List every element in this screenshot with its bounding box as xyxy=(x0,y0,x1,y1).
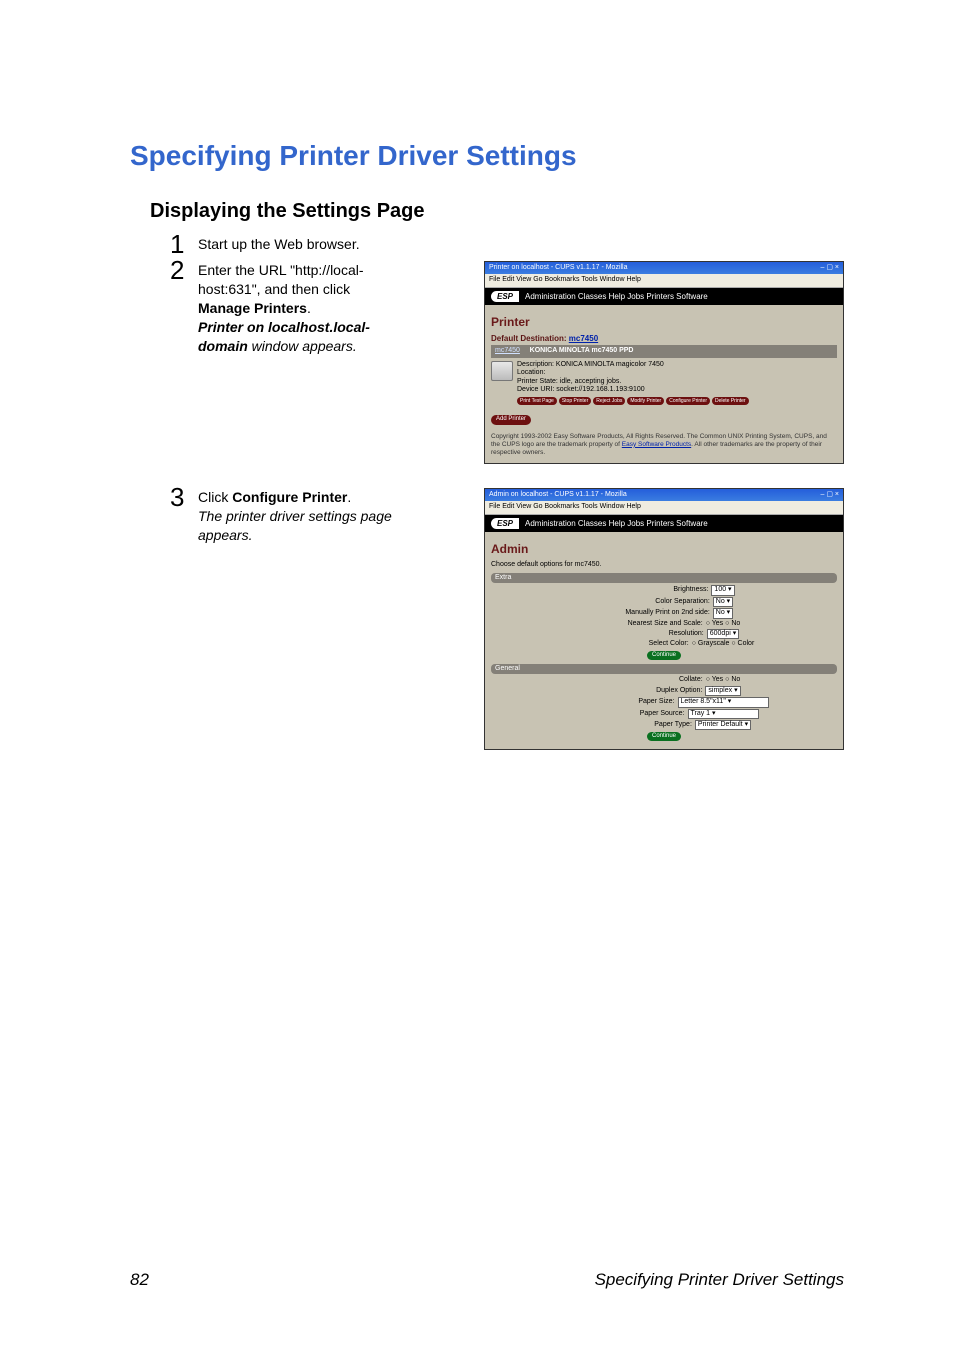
window-body: Admin Choose default options for mc7450.… xyxy=(485,532,843,749)
cups-navbar: ESP Administration Classes Help Jobs Pri… xyxy=(485,288,843,306)
printer-link[interactable]: mc7450 xyxy=(569,334,598,343)
page-number: 82 xyxy=(130,1270,149,1290)
label: Default Destination: xyxy=(491,334,569,343)
nav-links[interactable]: Administration Classes Help Jobs Printer… xyxy=(525,519,708,529)
window-name: Printer on localhost.local- xyxy=(198,319,370,335)
label-manage-printers: Manage Printers xyxy=(198,300,307,316)
heading-printer: Printer xyxy=(491,315,837,329)
continue-button[interactable]: Continue xyxy=(647,651,681,660)
reject-jobs-button[interactable]: Reject Jobs xyxy=(593,397,625,405)
label: Paper Source: xyxy=(570,710,685,718)
paper-size-select[interactable]: Letter 8.5"x11" ▾ xyxy=(678,697,769,707)
printer-description: Description: KONICA MINOLTA magicolor 74… xyxy=(517,361,749,369)
window-body: Printer Default Destination: mc7450 mc74… xyxy=(485,305,843,463)
label-configure-printer: Configure Printer xyxy=(232,489,347,505)
footer-text: Specifying Printer Driver Settings xyxy=(595,1270,844,1290)
duplex-select[interactable]: simplex ▾ xyxy=(705,686,740,696)
page-footer: 82 Specifying Printer Driver Settings xyxy=(130,1270,844,1290)
window-menubar[interactable]: File Edit View Go Bookmarks Tools Window… xyxy=(485,274,843,287)
add-printer-button[interactable]: Add Printer xyxy=(491,415,531,424)
paper-type-select[interactable]: Printer Default ▾ xyxy=(695,720,751,730)
window-name: domain xyxy=(198,338,248,354)
printer-state: Printer State: idle, accepting jobs. xyxy=(517,378,749,386)
result-text: The printer driver settings page appears… xyxy=(198,508,392,543)
label: Paper Size: xyxy=(560,698,675,706)
window-titlebar: Printer on localhost - CUPS v1.1.17 - Mo… xyxy=(485,262,843,274)
paper-source-select[interactable]: Tray 1 ▾ xyxy=(688,709,759,719)
label: Collate: xyxy=(588,676,703,684)
select-color-radios[interactable]: ○ Grayscale ○ Color xyxy=(692,640,755,648)
label: Paper Type: xyxy=(577,721,692,729)
nearest-size-radios[interactable]: ○ Yes ○ No xyxy=(706,620,741,628)
text: . xyxy=(307,300,311,316)
text: Click xyxy=(198,489,232,505)
configure-printer-button[interactable]: Configure Printer xyxy=(666,397,710,405)
print-test-page-button[interactable]: Print Test Page xyxy=(517,397,557,405)
screenshot-printer-window: Printer on localhost - CUPS v1.1.17 - Mo… xyxy=(484,261,844,464)
step-1: 1 Start up the Web browser. xyxy=(170,235,844,257)
delete-printer-button[interactable]: Delete Printer xyxy=(712,397,749,405)
label: Brightness: xyxy=(593,586,708,594)
section-extra: Extra xyxy=(491,573,837,583)
step-2: 2 Enter the URL "http://local- host:631"… xyxy=(170,261,460,355)
subtext: Choose default options for mc7450. xyxy=(491,561,837,569)
window-controls[interactable]: – ▢ × xyxy=(821,264,839,272)
window-controls[interactable]: – ▢ × xyxy=(821,491,839,499)
screenshot-admin-window: Admin on localhost - CUPS v1.1.17 - Mozi… xyxy=(484,488,844,751)
stop-printer-button[interactable]: Stop Printer xyxy=(559,397,591,405)
step-text: Start up the Web browser. xyxy=(198,235,360,254)
step-3: 3 Click Configure Printer. The printer d… xyxy=(170,488,460,545)
heading-admin: Admin xyxy=(491,542,837,556)
step-text: Click Configure Printer. The printer dri… xyxy=(198,488,428,545)
step-2-row: 2 Enter the URL "http://local- host:631"… xyxy=(130,261,844,464)
printer-location: Location: xyxy=(517,369,749,377)
esp-logo: ESP xyxy=(491,291,519,303)
text: host:631", and then click xyxy=(198,281,350,297)
label: Resolution: xyxy=(589,630,704,638)
window-menubar[interactable]: File Edit View Go Bookmarks Tools Window… xyxy=(485,501,843,514)
text: window appears. xyxy=(248,338,357,354)
color-separation-select[interactable]: No ▾ xyxy=(713,597,733,607)
document-page: Specifying Printer Driver Settings Displ… xyxy=(0,0,954,1350)
window-titlebar: Admin on localhost - CUPS v1.1.17 - Mozi… xyxy=(485,489,843,501)
printer-header-bar: mc7450 KONICA MINOLTA mc7450 PPD xyxy=(491,345,837,357)
nav-links[interactable]: Administration Classes Help Jobs Printer… xyxy=(525,292,708,302)
printer-device-uri: Device URI: socket://192.168.1.193:9100 xyxy=(517,386,749,394)
esp-logo: ESP xyxy=(491,518,519,530)
text: Enter the URL "http://local- xyxy=(198,262,364,278)
label: Manually Print on 2nd side: xyxy=(595,609,710,617)
continue-button[interactable]: Continue xyxy=(647,732,681,741)
esp-link[interactable]: Easy Software Products xyxy=(622,441,691,448)
step-number: 2 xyxy=(170,257,198,283)
text: . xyxy=(347,489,351,505)
modify-printer-button[interactable]: Modify Printer xyxy=(627,397,664,405)
printer-name-link[interactable]: mc7450 xyxy=(495,347,520,354)
printer-details: Description: KONICA MINOLTA magicolor 74… xyxy=(491,361,837,406)
default-destination: Default Destination: mc7450 xyxy=(491,334,837,344)
section-general: General xyxy=(491,664,837,674)
step-text: Enter the URL "http://local- host:631", … xyxy=(198,261,370,355)
window-title: Admin on localhost - CUPS v1.1.17 - Mozi… xyxy=(489,491,627,499)
step-list: 1 Start up the Web browser. xyxy=(170,235,844,257)
manual-2nd-side-select[interactable]: No ▾ xyxy=(713,608,733,618)
step-number: 3 xyxy=(170,484,198,510)
step-number: 1 xyxy=(170,231,198,257)
printer-ppd-name: KONICA MINOLTA mc7450 PPD xyxy=(530,347,634,354)
copyright-text: Copyright 1993-2002 Easy Software Produc… xyxy=(491,433,837,457)
step-3-row: 3 Click Configure Printer. The printer d… xyxy=(130,488,844,751)
collate-radios[interactable]: ○ Yes ○ No xyxy=(706,676,741,684)
label: Color Separation: xyxy=(595,598,710,606)
section-heading: Displaying the Settings Page xyxy=(150,200,844,223)
brightness-select[interactable]: 100 ▾ xyxy=(711,585,734,595)
resolution-select[interactable]: 600dpi ▾ xyxy=(707,629,740,639)
printer-icon xyxy=(491,361,513,381)
label: Select Color: xyxy=(574,640,689,648)
label: Duplex Option: xyxy=(587,687,702,695)
window-title: Printer on localhost - CUPS v1.1.17 - Mo… xyxy=(489,264,628,272)
printer-actions: Print Test Page Stop Printer Reject Jobs… xyxy=(517,397,749,405)
cups-navbar: ESP Administration Classes Help Jobs Pri… xyxy=(485,515,843,533)
page-title: Specifying Printer Driver Settings xyxy=(130,140,844,172)
label: Nearest Size and Scale: xyxy=(588,620,703,628)
